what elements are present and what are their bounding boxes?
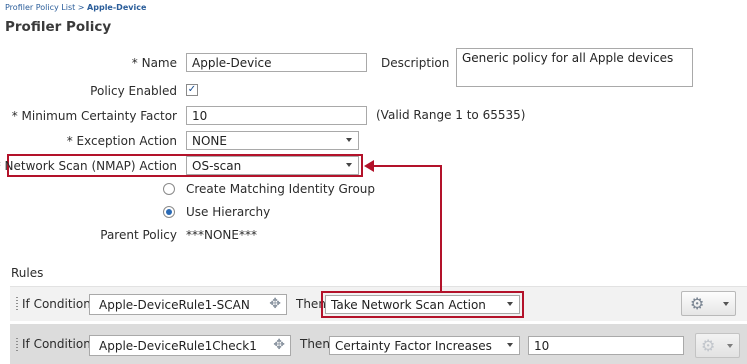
red-connector-arrow: [364, 160, 442, 291]
